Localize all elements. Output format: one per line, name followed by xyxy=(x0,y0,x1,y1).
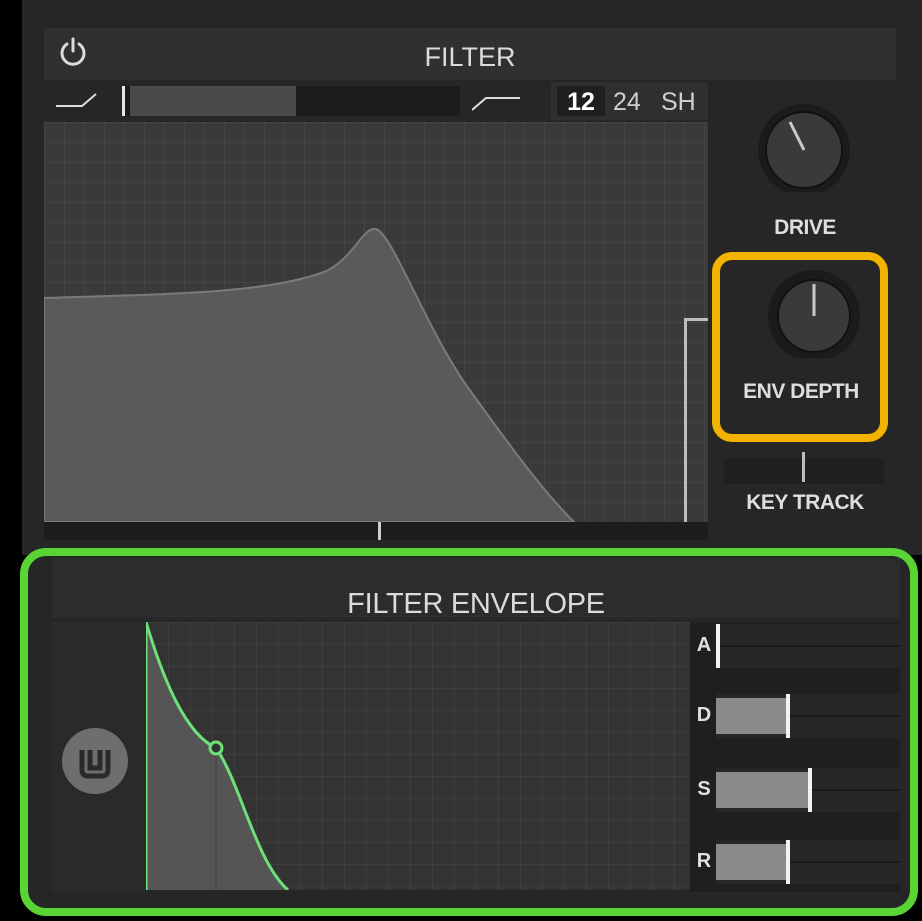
key-track-label: KEY TRACK xyxy=(746,491,864,514)
sustain-label: S xyxy=(697,778,711,800)
env-depth-knob[interactable] xyxy=(764,266,864,366)
filter-morph-slider[interactable] xyxy=(122,86,460,116)
slope-selector: 12 24 SH xyxy=(551,82,708,120)
drive-label: DRIVE xyxy=(774,216,836,239)
decay-label: D xyxy=(696,704,712,726)
filter-morph-handle[interactable] xyxy=(122,86,125,116)
slope-option-24[interactable]: 24 xyxy=(613,88,641,117)
release-handle[interactable] xyxy=(786,840,790,884)
sustain-handle[interactable] xyxy=(808,768,812,812)
sustain-point xyxy=(208,740,224,756)
envelope-left-column xyxy=(52,622,146,892)
cutoff-slider[interactable] xyxy=(44,522,708,540)
attack-track[interactable] xyxy=(716,624,900,668)
slope-option-12[interactable]: 12 xyxy=(557,86,605,116)
decay-fill xyxy=(716,698,786,734)
resonance-marker-horizontal xyxy=(684,318,708,321)
decay-slider[interactable]: D xyxy=(690,694,900,738)
drive-knob[interactable] xyxy=(754,100,854,200)
attack-handle[interactable] xyxy=(716,624,720,668)
sustain-track[interactable] xyxy=(716,768,900,812)
release-label: R xyxy=(696,850,712,872)
env-depth-label: ENV DEPTH xyxy=(743,380,859,403)
release-track[interactable] xyxy=(716,840,900,884)
decay-handle[interactable] xyxy=(786,694,790,738)
release-slider[interactable]: R xyxy=(690,840,900,884)
filter-type-row: 12 24 SH xyxy=(44,82,708,120)
envelope-graph[interactable] xyxy=(144,621,690,892)
key-track-slider[interactable] xyxy=(724,452,884,484)
sustain-slider[interactable]: S xyxy=(690,768,900,812)
key-track-handle[interactable] xyxy=(802,452,805,482)
resonance-slider[interactable] xyxy=(684,318,687,522)
release-fill xyxy=(716,844,786,880)
filter-header: FILTER xyxy=(44,28,896,80)
filter-response-graph[interactable] xyxy=(43,122,708,523)
attack-label: A xyxy=(696,634,712,656)
envelope-loop-icon[interactable] xyxy=(62,728,128,794)
filter-envelope-header: FILTER ENVELOPE xyxy=(52,558,900,620)
sustain-fill xyxy=(716,772,808,808)
cutoff-handle[interactable] xyxy=(378,522,381,540)
filter-title: FILTER xyxy=(424,42,516,72)
highpass-shape-icon xyxy=(471,90,530,114)
filter-envelope-title: FILTER ENVELOPE xyxy=(347,588,605,620)
slope-option-sh[interactable]: SH xyxy=(661,88,696,117)
lowpass-shape-icon xyxy=(56,90,114,114)
filter-envelope-panel: FILTER ENVELOPE A D S R xyxy=(20,548,918,916)
adsr-sliders: A D S R xyxy=(690,622,900,892)
filter-curve xyxy=(43,227,577,523)
attack-slider[interactable]: A xyxy=(690,624,900,668)
decay-track[interactable] xyxy=(716,694,900,738)
filter-morph-fill xyxy=(130,86,296,116)
